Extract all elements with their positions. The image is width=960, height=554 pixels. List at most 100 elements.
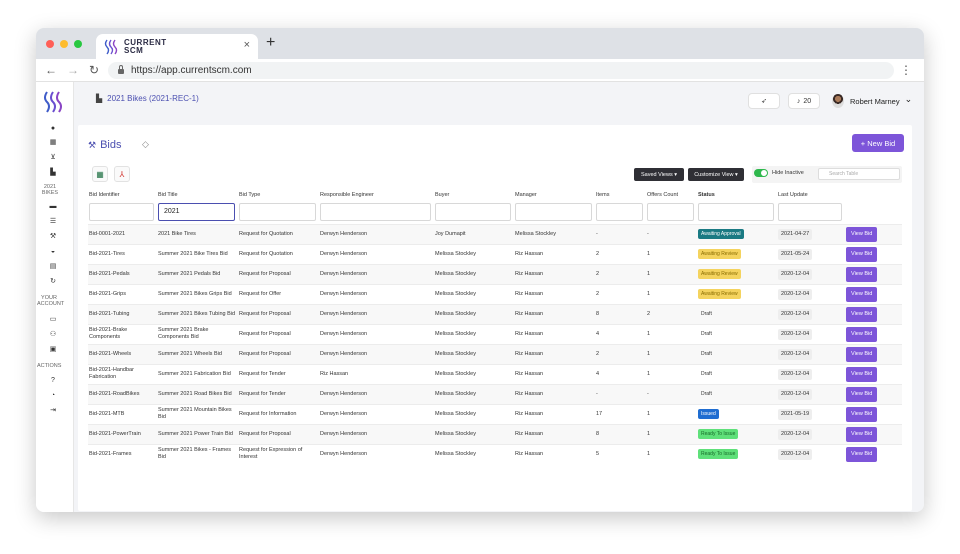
browser-menu-icon[interactable]: ⋮	[900, 63, 912, 77]
sync-icon[interactable]: ↻	[48, 277, 58, 287]
table-row[interactable]: Bid-2021-PowerTrain Summer 2021 Power Tra…	[88, 423, 902, 444]
table-row[interactable]: Bid-2021-Tires Summer 2021 Bike Tires Bid…	[88, 243, 902, 264]
column-header[interactable]: Buyer	[434, 188, 514, 198]
column-filter-input[interactable]	[647, 202, 694, 221]
view-bid-button[interactable]: View Bid	[846, 446, 878, 462]
reload-icon[interactable]: ↻	[89, 63, 99, 77]
breadcrumb-project[interactable]: 2021 Bikes (2021-REC-1)	[107, 94, 199, 103]
url-field[interactable]: https://app.currentscm.com	[108, 62, 894, 79]
cell-type: Request for Information	[238, 403, 319, 424]
table-row[interactable]: Bid-2021-Wheels Summer 2021 Wheels Bid Req…	[88, 343, 902, 364]
logout-icon[interactable]: ⇥	[48, 406, 58, 416]
cell-engineer: Derwyn Henderson	[319, 323, 434, 344]
column-filter-input[interactable]	[89, 202, 154, 221]
cell-id: Bid-2021-MTB	[88, 403, 157, 424]
table-row[interactable]: Bid-2021-Tubing Summer 2021 Bikes Tubing …	[88, 303, 902, 324]
column-filter-input[interactable]	[596, 202, 643, 221]
cell-status: Draft	[697, 383, 777, 404]
help-icon[interactable]: ?	[48, 376, 58, 386]
user-name: Robert Marney	[850, 96, 900, 106]
table-row[interactable]: Bid-2021-Brake Components Summer 2021 Bra…	[88, 323, 902, 344]
gavel-icon[interactable]: ⚒	[48, 232, 58, 242]
table-row[interactable]: Bid-2021-MTB Summer 2021 Mountain Bikes B…	[88, 403, 902, 424]
folder-icon[interactable]: ▬	[48, 202, 58, 212]
view-bid-button[interactable]: View Bid	[846, 266, 878, 282]
view-bid-button[interactable]: View Bid	[846, 326, 878, 342]
cart-icon[interactable]: ⊻	[48, 153, 58, 163]
column-filter-input[interactable]	[435, 202, 511, 221]
view-bid-button[interactable]: View Bid	[846, 246, 878, 262]
browser-window: CURRENT SCM × + ← → ↻ https://app.curren…	[36, 28, 924, 512]
back-icon[interactable]: ←	[45, 63, 57, 77]
column-filter-input[interactable]	[239, 202, 316, 221]
column-header[interactable]: Manager	[514, 188, 595, 198]
table-row[interactable]: Bid-2021-Pedals Summer 2021 Pedals Bid Req…	[88, 263, 902, 284]
saved-views-button[interactable]: Saved Views ▾	[634, 168, 684, 181]
column-filter-input[interactable]	[698, 202, 774, 221]
status-badge: Awaiting Review	[698, 249, 741, 259]
users-icon[interactable]: ⚇	[48, 330, 58, 340]
column-filter-input[interactable]	[778, 202, 842, 221]
view-bid-button[interactable]: View Bid	[846, 426, 878, 442]
window-maximize-dot[interactable]	[74, 40, 82, 48]
column-filter-input[interactable]	[158, 202, 235, 221]
cell-items: 2	[595, 343, 646, 364]
table-search-input[interactable]: Search Table	[818, 168, 900, 180]
forward-icon[interactable]: →	[67, 63, 79, 77]
new-tab-icon[interactable]: +	[266, 34, 275, 52]
window-minimize-dot[interactable]	[60, 40, 68, 48]
app-logo-icon[interactable]	[42, 90, 66, 114]
filter-cell	[845, 198, 902, 224]
cell-buyer: Melissa Stockley	[434, 303, 514, 324]
briefcase-icon[interactable]: ▣	[48, 345, 58, 355]
browser-tab[interactable]: CURRENT SCM ×	[96, 34, 258, 59]
user-icon[interactable]: ●	[48, 124, 58, 134]
browser-tab-bar: CURRENT SCM × +	[36, 28, 924, 59]
tag-icon[interactable]: ◇	[142, 139, 149, 150]
view-bid-button[interactable]: View Bid	[846, 406, 878, 422]
building-icon[interactable]: ▦	[48, 138, 58, 148]
column-header[interactable]: Items	[595, 188, 646, 198]
user-menu[interactable]: Robert Marney ⌄	[832, 94, 912, 108]
column-header[interactable]: Bid Type	[238, 188, 319, 198]
view-bid-button[interactable]: View Bid	[846, 226, 878, 242]
excel-export-button[interactable]: ▦	[92, 166, 108, 182]
column-filter-input[interactable]	[320, 202, 431, 221]
document-icon[interactable]: ▤	[48, 262, 58, 272]
breadcrumb[interactable]: ▙ 2021 Bikes (2021-REC-1)	[96, 94, 199, 103]
column-header[interactable]: Bid Title	[157, 188, 238, 198]
customize-view-button[interactable]: Customize View ▾	[688, 168, 744, 181]
table-row[interactable]: Bid-0001-2021 2021 Bike Tires Request for …	[88, 223, 902, 244]
window-close-dot[interactable]	[46, 40, 54, 48]
column-header[interactable]: Offers Count	[646, 188, 697, 198]
support-icon[interactable]: ◔	[48, 391, 58, 401]
view-bid-button[interactable]: View Bid	[846, 306, 878, 322]
tab-close-icon[interactable]: ×	[244, 39, 250, 51]
pdf-export-button[interactable]: ⅄	[114, 166, 130, 182]
column-header[interactable]: Last Update	[777, 188, 845, 198]
column-header[interactable]	[845, 188, 902, 198]
list-icon[interactable]: ☰	[48, 217, 58, 227]
filter-cell	[595, 198, 646, 224]
table-row[interactable]: Bid-2021-RoadBikes Summer 2021 Road Bikes…	[88, 383, 902, 404]
hide-inactive-toggle[interactable]	[754, 169, 768, 177]
view-bid-button[interactable]: View Bid	[846, 346, 878, 362]
column-header[interactable]: Status	[697, 188, 777, 198]
view-bid-button[interactable]: View Bid	[846, 366, 878, 382]
new-bid-button[interactable]: + New Bid	[852, 134, 904, 152]
factory-icon[interactable]: ▙	[48, 168, 58, 178]
cell-updated: 2020-12-04	[777, 323, 845, 344]
table-row[interactable]: Bid-2021-Handbar Fabrication Summer 2021 …	[88, 363, 902, 384]
table-row[interactable]: Bid-2021-Grips Summer 2021 Bikes Grips Bi…	[88, 283, 902, 304]
basket-icon[interactable]: ◒	[48, 247, 58, 257]
view-bid-button[interactable]: View Bid	[846, 386, 878, 402]
rocket-button[interactable]: ➶	[748, 93, 780, 109]
column-header[interactable]: Responsible Engineer	[319, 188, 434, 198]
table-row[interactable]: Bid-2021-Frames Summer 2021 Bikes - Frame…	[88, 443, 902, 464]
column-filter-input[interactable]	[515, 202, 592, 221]
id-card-icon[interactable]: ▭	[48, 315, 58, 325]
column-header[interactable]: Bid Identifier	[88, 188, 157, 198]
cell-id: Bid-2021-Handbar Fabrication	[88, 363, 157, 384]
notifications-button[interactable]: ♪ 20	[788, 93, 820, 109]
view-bid-button[interactable]: View Bid	[846, 286, 878, 302]
